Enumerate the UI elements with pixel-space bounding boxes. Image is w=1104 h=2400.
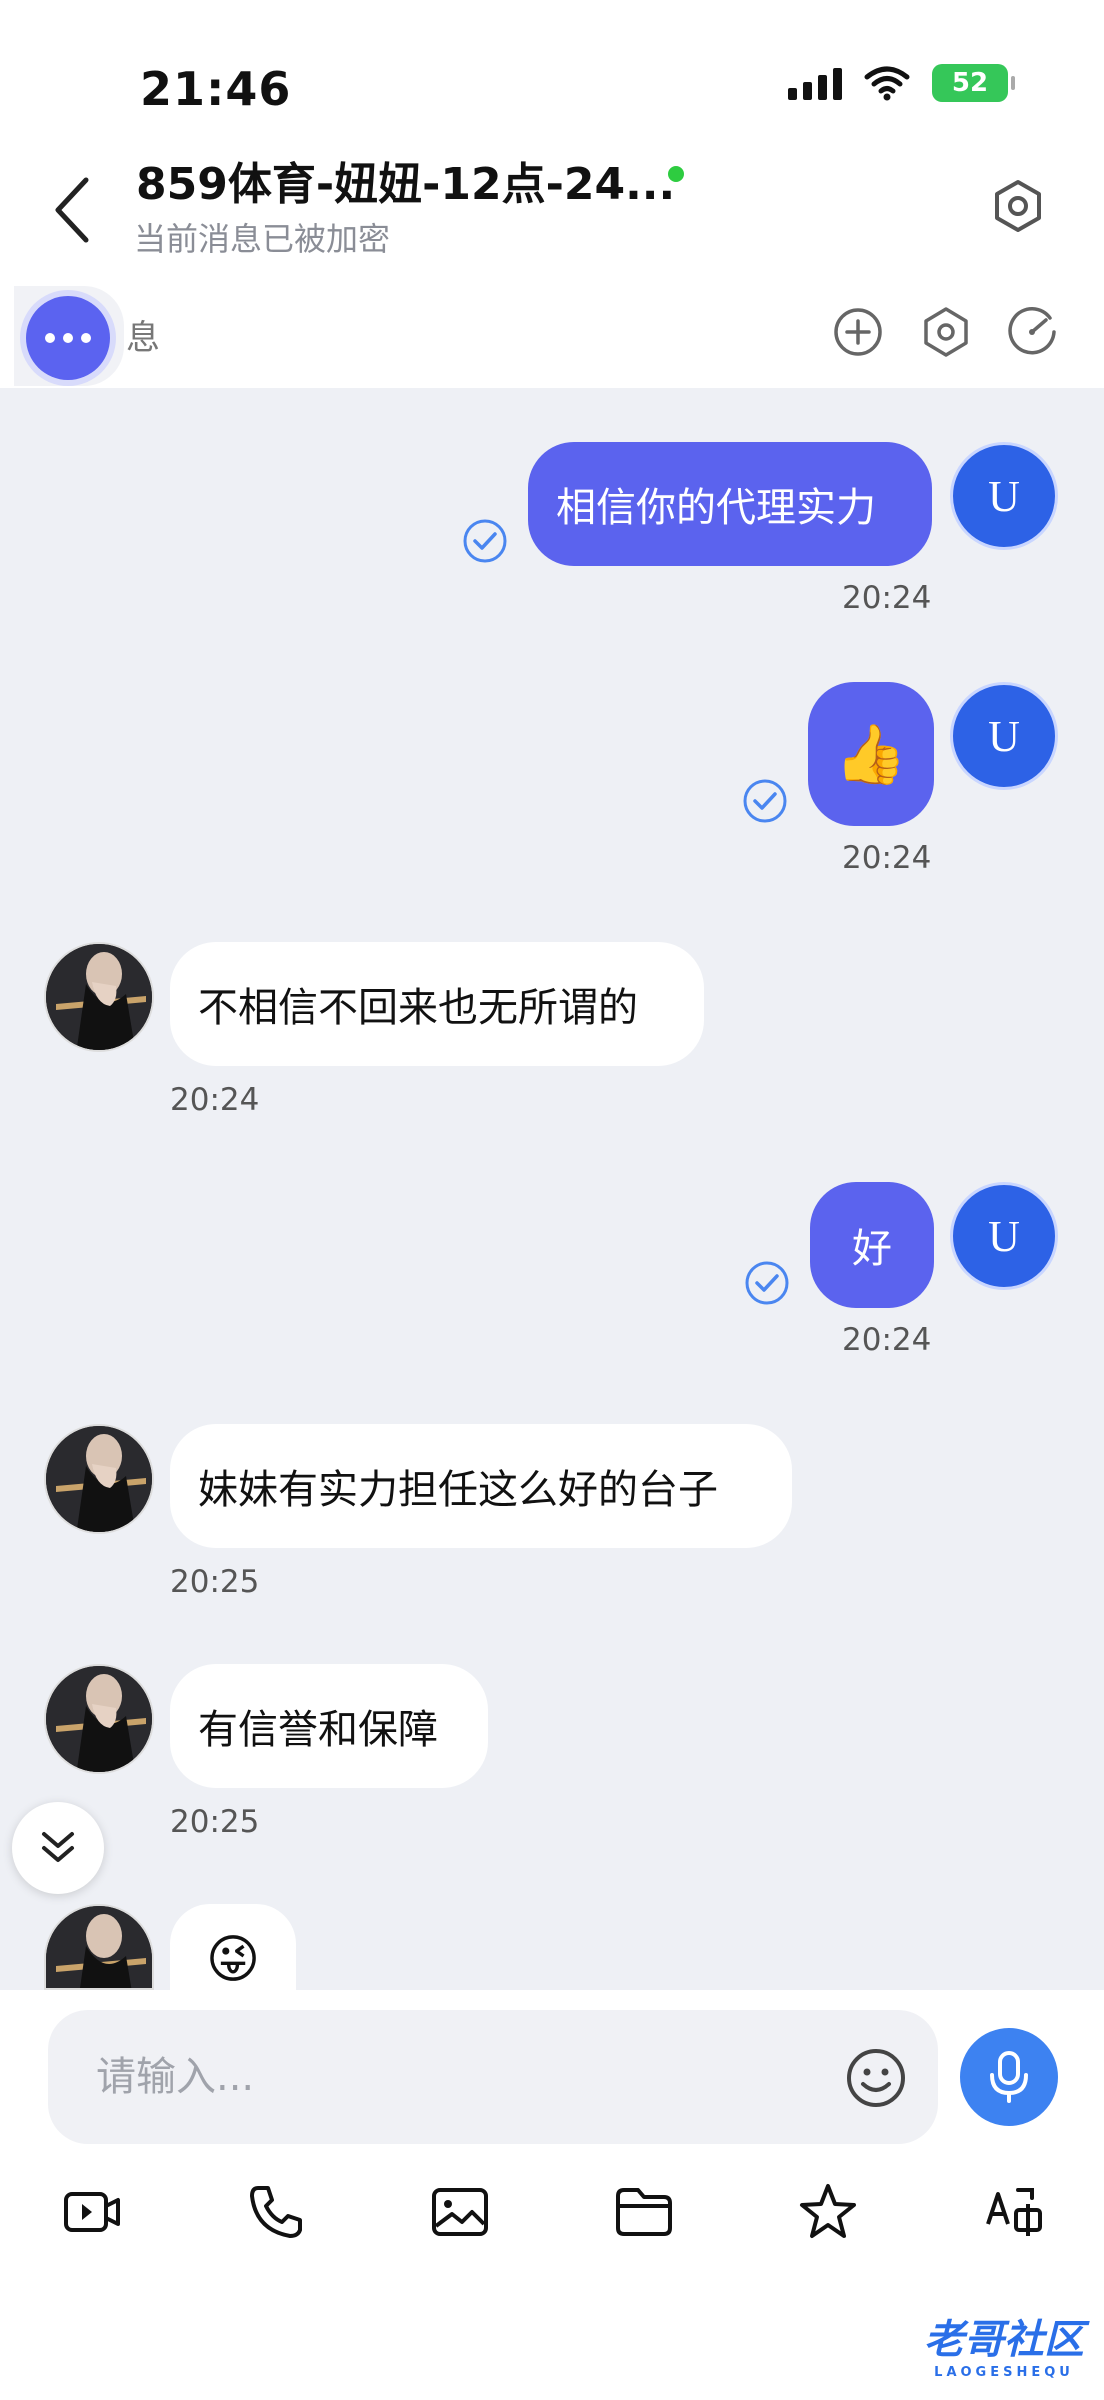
contact-photo — [46, 944, 152, 1050]
group-settings-icon[interactable] — [918, 304, 974, 360]
message-input-box[interactable] — [48, 2010, 938, 2144]
avatar-initial: U — [988, 1211, 1020, 1261]
signal-icon — [788, 66, 842, 100]
message-text: 妹妹有实力担任这么好的台子 — [198, 1467, 718, 1513]
chat-title: 859体育-妞妞-12点-24... — [136, 159, 676, 210]
user-avatar[interactable]: U — [950, 1182, 1058, 1290]
avatar-initial: U — [988, 471, 1020, 521]
image-icon[interactable] — [428, 2180, 492, 2244]
star-icon[interactable] — [796, 2180, 860, 2244]
scroll-to-bottom-button[interactable] — [12, 1802, 104, 1894]
attachment-toolbar — [0, 2180, 1104, 2260]
incoming-message-bubble[interactable]: 妹妹有实力担任这么好的台子 — [170, 1424, 792, 1548]
outgoing-message-bubble[interactable]: 好 — [810, 1182, 934, 1308]
top-area: 21:46 52 859体育-妞妞-12点-24... 当前消息已被加密 息 — [0, 0, 1104, 388]
incoming-message-bubble[interactable]: 😜 — [170, 1904, 296, 1990]
read-check-icon — [745, 1261, 789, 1305]
incoming-message-bubble[interactable]: 不相信不回来也无所谓的 — [170, 942, 704, 1066]
status-icons: 52 — [788, 64, 1015, 102]
outgoing-message-bubble[interactable]: 相信你的代理实力 — [528, 442, 932, 566]
more-options-button[interactable] — [14, 286, 124, 386]
settings-icon[interactable] — [990, 178, 1046, 234]
more-dots-icon — [26, 296, 110, 380]
back-icon[interactable] — [44, 170, 104, 250]
voice-record-button[interactable] — [960, 2028, 1058, 2126]
emoji-icon[interactable] — [844, 2046, 908, 2110]
status-time: 21:46 — [140, 62, 292, 116]
message-time: 20:25 — [170, 1804, 260, 1840]
message-input[interactable] — [96, 2040, 796, 2114]
speedometer-icon[interactable] — [1004, 304, 1060, 360]
double-chevron-down-icon — [42, 1832, 74, 1862]
read-check-icon — [463, 519, 507, 563]
add-icon[interactable] — [830, 304, 886, 360]
composer: 老哥社区 LAOGESHEQU — [0, 1990, 1104, 2400]
folder-icon[interactable] — [612, 2180, 676, 2244]
translate-icon[interactable] — [982, 2180, 1046, 2244]
online-status-dot — [668, 166, 684, 182]
watermark-subtext: LAOGESHEQU — [934, 2365, 1074, 2380]
message-time: 20:24 — [842, 580, 932, 616]
pinned-message-text: 息 — [126, 318, 160, 358]
battery-indicator: 52 — [932, 64, 1015, 102]
message-text: 不相信不回来也无所谓的 — [198, 985, 638, 1031]
pinned-message-bar[interactable]: 息 — [0, 280, 1104, 388]
message-text: 好 — [852, 1226, 892, 1272]
contact-avatar[interactable] — [44, 1664, 154, 1774]
video-icon[interactable] — [60, 2180, 124, 2244]
avatar-initial: U — [988, 711, 1020, 761]
user-avatar[interactable]: U — [950, 682, 1058, 790]
message-text: 👍 — [834, 719, 908, 788]
message-time: 20:24 — [842, 1322, 932, 1358]
microphone-icon — [990, 2051, 1028, 2103]
watermark-logo: 老哥社区 LAOGESHEQU — [924, 2307, 1084, 2380]
phone-icon[interactable] — [244, 2180, 308, 2244]
incoming-message-bubble[interactable]: 有信誉和保障 — [170, 1664, 488, 1788]
user-avatar[interactable]: U — [950, 442, 1058, 550]
contact-avatar[interactable] — [44, 1424, 154, 1534]
watermark-text: 老哥社区 — [924, 2317, 1084, 2363]
message-time: 20:25 — [170, 1564, 260, 1600]
battery-level: 52 — [951, 68, 989, 98]
wifi-icon — [864, 66, 910, 101]
contact-photo — [46, 1906, 152, 1988]
contact-avatar[interactable] — [44, 942, 154, 1052]
message-text: 😜 — [205, 1930, 261, 1990]
message-text: 相信你的代理实力 — [556, 485, 876, 531]
contact-avatar[interactable] — [44, 1904, 154, 1990]
contact-photo — [46, 1426, 152, 1532]
message-text: 有信誉和保障 — [198, 1707, 438, 1753]
outgoing-message-bubble[interactable]: 👍 — [808, 682, 934, 826]
message-time: 20:24 — [842, 840, 932, 876]
contact-photo — [46, 1666, 152, 1772]
encryption-notice: 当前消息已被加密 — [134, 220, 391, 258]
read-check-icon — [743, 779, 787, 823]
message-time: 20:24 — [170, 1082, 260, 1118]
